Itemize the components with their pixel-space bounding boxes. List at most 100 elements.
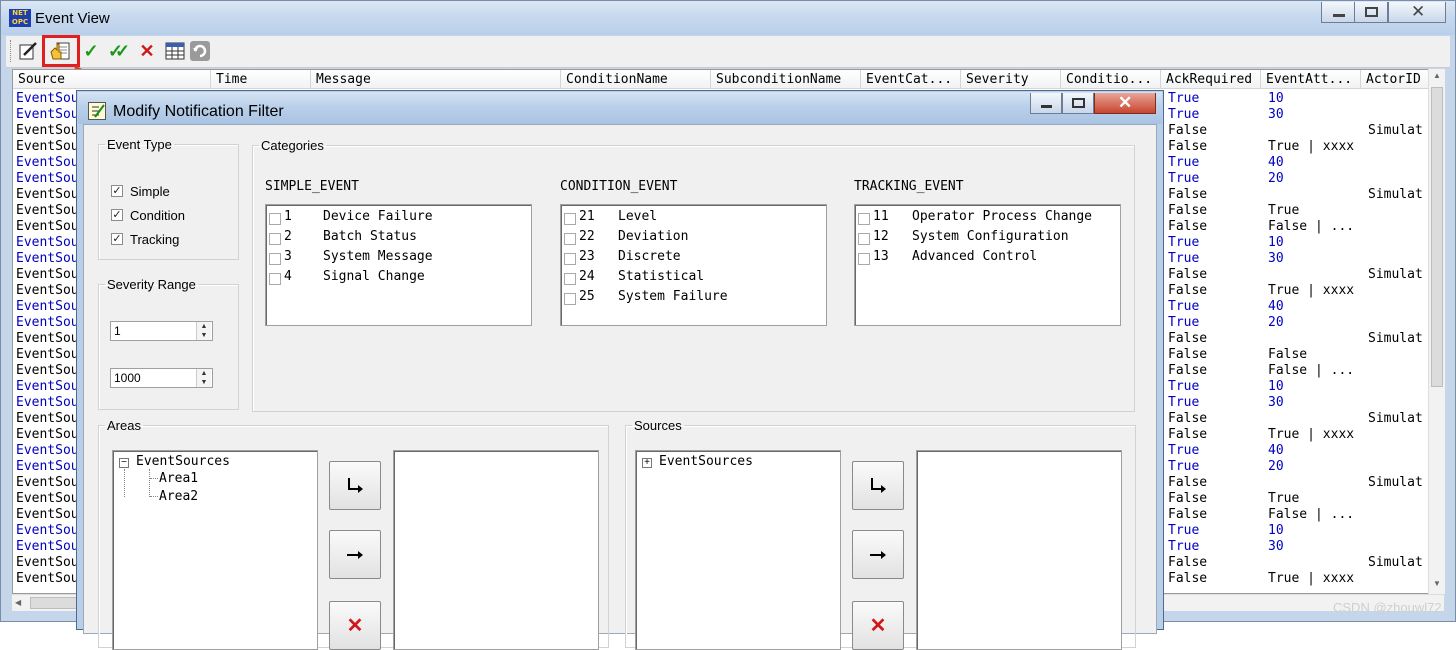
grid-icon[interactable] — [163, 39, 187, 63]
column-header[interactable]: EventCat... — [861, 70, 961, 89]
category-name: Statistical — [618, 269, 705, 284]
category-checkbox[interactable] — [269, 273, 281, 285]
close-button[interactable]: ✕ — [1388, 2, 1446, 23]
remove-area-button[interactable]: ✕ — [329, 601, 381, 650]
column-header[interactable]: Source — [13, 70, 211, 89]
scroll-left-icon[interactable]: ◀ — [15, 598, 21, 607]
category-checkbox[interactable] — [858, 213, 870, 225]
checkbox-simple[interactable]: ✓ — [111, 185, 123, 197]
category-checkbox[interactable] — [564, 273, 576, 285]
category-checkbox[interactable] — [564, 253, 576, 265]
cell-actor-id — [1366, 459, 1426, 475]
category-item[interactable]: 11 Operator Process Change — [855, 209, 1115, 227]
category-checkbox[interactable] — [564, 293, 576, 305]
category-item[interactable]: 4 Signal Change — [266, 269, 526, 287]
cell-event-attributes — [1266, 123, 1362, 139]
category-list[interactable]: 21 Level 22 Deviation 23 Discrete 24 Statistica… — [560, 204, 827, 326]
category-id: 25 — [579, 289, 595, 304]
delete-icon[interactable]: ✕ — [135, 39, 159, 63]
dialog-minimize-button[interactable] — [1030, 93, 1062, 114]
cell-ack-required: False — [1168, 491, 1208, 506]
areas-root-node[interactable]: EventSources — [136, 454, 230, 469]
add-source-button[interactable] — [852, 461, 904, 510]
cell-actor-id — [1366, 235, 1426, 251]
column-header[interactable]: Message — [311, 70, 561, 89]
category-checkbox[interactable] — [858, 233, 870, 245]
column-header[interactable]: ConditionName — [561, 70, 711, 89]
tree-node-area1[interactable]: Area1 — [159, 471, 198, 486]
severity-min-input[interactable]: 1 ▲ ▼ — [110, 321, 213, 341]
remove-source-button[interactable]: ✕ — [852, 601, 904, 650]
dialog-titlebar[interactable]: Modify Notification Filter ✕ — [78, 92, 1162, 124]
dialog-maximize-button[interactable] — [1062, 93, 1094, 114]
selected-areas-list[interactable] — [393, 450, 599, 650]
collapse-icon[interactable]: − — [119, 458, 129, 468]
scroll-down-icon[interactable]: ▼ — [1433, 579, 1441, 588]
cell-source: EventSou — [16, 187, 79, 202]
category-item[interactable]: 2 Batch Status — [266, 229, 526, 247]
category-item[interactable]: 3 System Message — [266, 249, 526, 267]
category-item[interactable]: 24 Statistical — [561, 269, 821, 287]
category-checkbox[interactable] — [564, 213, 576, 225]
cell-source: EventSou — [16, 523, 79, 538]
sources-tree[interactable]: + EventSources — [635, 450, 841, 650]
checkbox-tracking[interactable]: ✓ — [111, 233, 123, 245]
severity-max-stepper[interactable]: ▲ ▼ — [196, 369, 211, 387]
cell-event-attributes — [1266, 187, 1362, 203]
tree-node-area2[interactable]: Area2 — [159, 489, 198, 504]
sources-root-node[interactable]: EventSources — [659, 454, 753, 469]
add-all-sources-button[interactable] — [852, 530, 904, 579]
sources-legend: Sources — [634, 418, 682, 433]
event-type-group: Event Type ✓ Simple ✓ Condition ✓ Tracking — [98, 137, 239, 260]
column-header[interactable]: SubconditionName — [711, 70, 861, 89]
category-list[interactable]: 1 Device Failure 2 Batch Status 3 System Mess… — [265, 204, 532, 326]
category-item[interactable]: 25 System Failure — [561, 289, 821, 307]
scroll-up-icon[interactable]: ▲ — [1433, 71, 1441, 80]
category-item[interactable]: 12 System Configuration — [855, 229, 1115, 247]
category-item[interactable]: 1 Device Failure — [266, 209, 526, 227]
severity-min-stepper[interactable]: ▲ ▼ — [196, 322, 211, 340]
cell-actor-id — [1366, 443, 1426, 459]
toolbar: ✓ ✓✓ ✕ — [6, 35, 1450, 68]
category-list[interactable]: 11 Operator Process Change 12 System Config… — [854, 204, 1121, 326]
column-header[interactable]: Severity — [961, 70, 1061, 89]
category-checkbox[interactable] — [269, 233, 281, 245]
category-item[interactable]: 22 Deviation — [561, 229, 821, 247]
category-checkbox[interactable] — [564, 233, 576, 245]
maximize-button[interactable] — [1354, 2, 1388, 23]
severity-max-input[interactable]: 1000 ▲ ▼ — [110, 368, 213, 388]
vertical-scrollbar[interactable]: ▲ ▼ — [1428, 69, 1445, 594]
window-titlebar[interactable]: NET OPC Event View ✕ — [1, 1, 1455, 35]
areas-tree[interactable]: − EventSources Area1 Area2 — [112, 450, 318, 650]
cell-event-attributes: True — [1268, 203, 1300, 218]
expand-icon[interactable]: + — [642, 458, 652, 468]
column-header[interactable]: EventAtt... — [1261, 70, 1361, 89]
checkbox-condition[interactable]: ✓ — [111, 209, 123, 221]
modify-notification-filter-dialog: Modify Notification Filter ✕ Event Type … — [76, 90, 1164, 650]
refresh-icon[interactable] — [188, 39, 212, 63]
minimize-icon — [1333, 14, 1345, 17]
selected-sources-list[interactable] — [916, 450, 1122, 650]
category-checkbox[interactable] — [269, 253, 281, 265]
cell-actor-id — [1366, 315, 1426, 331]
category-item[interactable]: 23 Discrete — [561, 249, 821, 267]
check-icon[interactable]: ✓ — [79, 39, 103, 63]
red-x-icon: ✕ — [869, 615, 887, 637]
double-check-icon[interactable]: ✓✓ — [103, 39, 130, 63]
vertical-scroll-thumb[interactable] — [1431, 87, 1443, 387]
category-checkbox[interactable] — [858, 253, 870, 265]
cell-event-attributes: False | ... — [1268, 507, 1355, 522]
dialog-close-button[interactable]: ✕ — [1094, 93, 1156, 114]
column-header[interactable]: AckRequired — [1161, 70, 1261, 89]
column-header[interactable]: Conditio... — [1061, 70, 1161, 89]
category-checkbox[interactable] — [269, 213, 281, 225]
cell-event-attributes: 40 — [1268, 299, 1284, 314]
column-header[interactable]: Time — [211, 70, 311, 89]
filter-hand-icon[interactable] — [48, 39, 72, 63]
edit-icon[interactable] — [16, 39, 40, 63]
add-all-areas-button[interactable] — [329, 530, 381, 579]
category-item[interactable]: 21 Level — [561, 209, 821, 227]
add-area-button[interactable] — [329, 461, 381, 510]
minimize-button[interactable] — [1321, 2, 1355, 23]
category-item[interactable]: 13 Advanced Control — [855, 249, 1115, 267]
